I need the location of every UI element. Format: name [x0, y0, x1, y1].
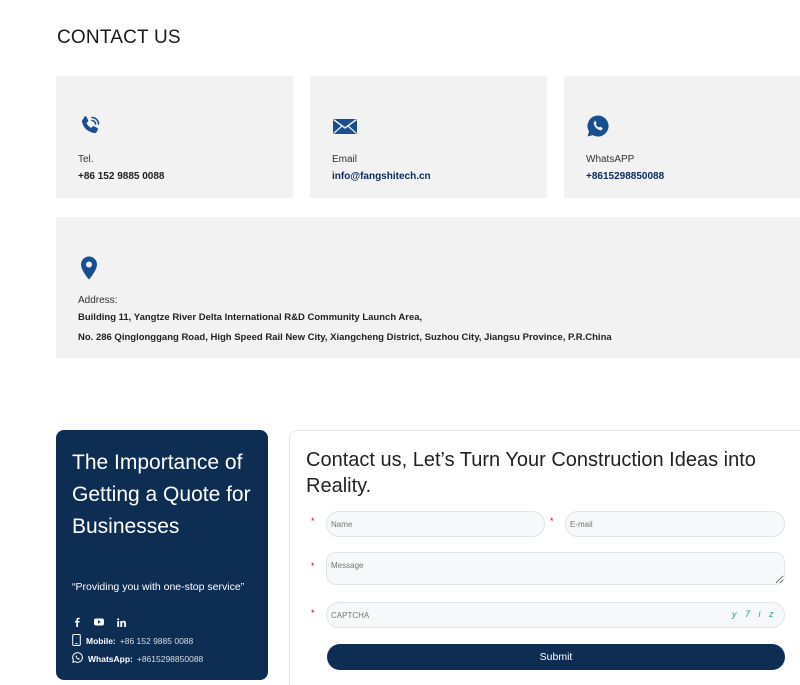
captcha-input[interactable] — [326, 602, 785, 628]
address-line-2: No. 286 Qinglonggang Road, High Speed Ra… — [78, 332, 612, 343]
promo-heading: The Importance of Getting a Quote for Bu… — [72, 451, 251, 538]
email-link[interactable]: info@fangshitech.cn — [332, 171, 431, 182]
captcha-required-mark: * — [311, 608, 315, 618]
quote-promo-panel: The Importance of Getting a Quote for Bu… — [56, 430, 268, 680]
message-textarea[interactable] — [326, 552, 785, 585]
whatsapp-icon — [586, 114, 610, 143]
promo-whatsapp-row: WhatsApp: +8615298850088 — [72, 652, 203, 665]
facebook-icon[interactable] — [72, 617, 82, 627]
whatsapp-row-value[interactable]: +8615298850088 — [137, 654, 203, 664]
whatsapp-card: WhatsAPP +8615298850088 — [564, 76, 800, 198]
tel-value[interactable]: +86 152 9885 0088 — [78, 171, 164, 182]
whatsapp-label: WhatsAPP — [586, 154, 635, 165]
tel-card: Tel. +86 152 9885 0088 — [56, 76, 293, 198]
message-required-mark: * — [311, 561, 315, 571]
whatsapp-link[interactable]: +8615298850088 — [586, 171, 664, 182]
email-card: Email info@fangshitech.cn — [310, 76, 547, 198]
email-input[interactable] — [565, 511, 785, 537]
address-label: Address: — [78, 295, 118, 306]
address-line-1: Building 11, Yangtze River Delta Interna… — [78, 312, 423, 323]
contact-form: Contact us, Let’s Turn Your Construction… — [289, 430, 800, 685]
mobile-value[interactable]: +86 152 9885 0088 — [120, 636, 194, 646]
promo-mobile-row: Mobile: +86 152 9885 0088 — [72, 634, 193, 648]
name-required-mark: * — [311, 516, 315, 526]
email-label: Email — [332, 154, 358, 165]
envelope-icon — [332, 114, 358, 143]
social-links — [72, 617, 126, 627]
tel-label: Tel. — [78, 154, 94, 165]
form-heading: Contact us, Let’s Turn Your Construction… — [306, 449, 756, 497]
email-required-mark: * — [550, 516, 554, 526]
name-input[interactable] — [326, 511, 545, 537]
phone-icon — [78, 114, 102, 143]
page-title: CONTACT US — [57, 27, 181, 48]
linkedin-icon[interactable] — [116, 617, 126, 627]
mobile-phone-icon — [72, 634, 81, 648]
map-pin-icon — [78, 255, 100, 286]
mobile-label: Mobile: — [86, 636, 116, 646]
youtube-icon[interactable] — [94, 617, 104, 627]
whatsapp-outline-icon — [72, 652, 83, 665]
submit-button[interactable]: Submit — [327, 644, 785, 670]
promo-quote: “Providing you with one-stop service” — [72, 581, 245, 593]
address-card: Address: Building 11, Yangtze River Delt… — [56, 217, 800, 358]
whatsapp-row-label: WhatsApp: — [88, 653, 133, 664]
captcha-image[interactable]: y 7 i z — [732, 609, 777, 619]
